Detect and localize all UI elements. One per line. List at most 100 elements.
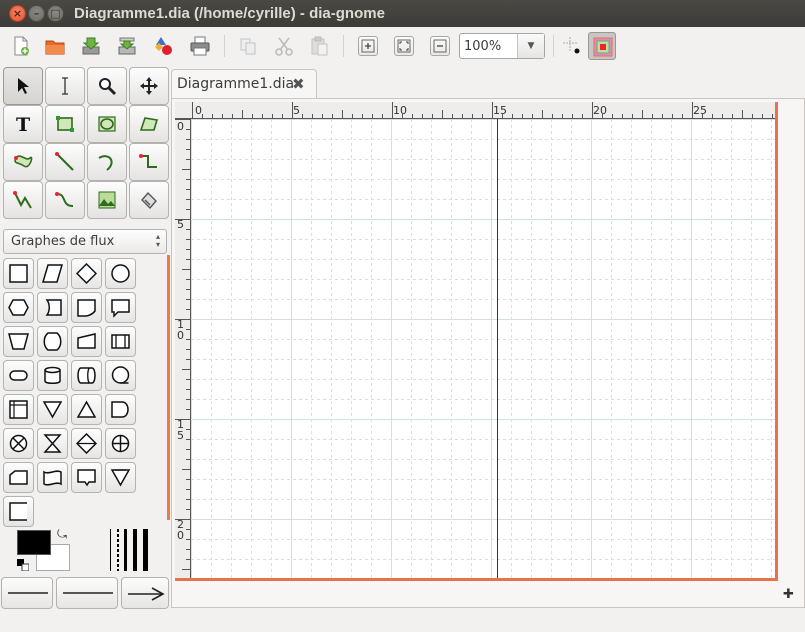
line-width-selector[interactable] <box>108 529 152 571</box>
flowchart-preparation-shape[interactable] <box>3 292 34 323</box>
arc-tool[interactable] <box>87 143 127 181</box>
line-tool[interactable] <box>45 143 85 181</box>
tab-diagramme1[interactable]: Diagramme1.dia ✖ <box>171 69 317 99</box>
flowchart-or-shape[interactable] <box>105 428 136 459</box>
flowchart-punched-card-shape[interactable] <box>37 292 68 323</box>
trapezoid-shape-icon <box>8 333 29 350</box>
line-style-icon <box>63 592 113 594</box>
save-button[interactable] <box>77 32 105 60</box>
print-button[interactable] <box>186 32 214 60</box>
copy-button[interactable] <box>234 32 262 60</box>
line-width-option[interactable] <box>124 529 127 571</box>
flowchart-connector-shape[interactable] <box>105 258 136 289</box>
flowchart-decision-shape[interactable] <box>71 258 102 289</box>
scroll-tool[interactable] <box>129 67 169 105</box>
flowchart-terminal-shape[interactable] <box>3 360 34 391</box>
hruler-label: 10 <box>393 104 407 117</box>
foreground-color-swatch[interactable] <box>17 530 51 555</box>
flowchart-summing-junction-shape[interactable] <box>3 428 34 459</box>
text-edit-tool-icon <box>62 77 68 95</box>
flowchart-merge-shape[interactable] <box>37 394 68 425</box>
diagram-canvas[interactable] <box>191 119 776 579</box>
zoom-fit-icon <box>397 39 411 53</box>
flowchart-internal-storage-shape[interactable] <box>3 394 34 425</box>
line-style-button[interactable] <box>56 577 118 609</box>
outline-tool[interactable] <box>129 181 169 219</box>
snap-to-grid-toggle[interactable] <box>558 32 586 60</box>
export-button[interactable] <box>149 32 177 60</box>
end-arrow-button[interactable] <box>121 577 169 609</box>
internal-storage-shape-icon <box>9 400 28 419</box>
image-tool[interactable] <box>87 181 127 219</box>
flowchart-sequential-storage-shape[interactable] <box>105 360 136 391</box>
title-bar: × – □ Diagramme1.dia (/home/cyrille) - d… <box>0 0 805 27</box>
ellipse-tool[interactable] <box>87 105 127 143</box>
magnify-tool[interactable] <box>87 67 127 105</box>
tab-close-icon[interactable]: ✖ <box>292 75 305 93</box>
beziergon-tool[interactable] <box>3 143 43 181</box>
line-width-option[interactable] <box>110 529 111 571</box>
scroll-tool-icon <box>140 77 158 95</box>
swap-colors-icon[interactable]: ⤿ <box>57 527 67 542</box>
snap-to-objects-toggle[interactable] <box>588 32 616 60</box>
flowchart-terminal-hexagon-shape[interactable] <box>37 326 68 357</box>
zigzagline-tool[interactable] <box>129 143 169 181</box>
flowchart-stored-data-shape[interactable] <box>105 292 136 323</box>
polyline-tool[interactable] <box>3 181 43 219</box>
flowchart-collate-shape[interactable] <box>37 428 68 459</box>
open-button[interactable] <box>41 32 69 60</box>
main-toolbar: ▼ <box>0 27 805 65</box>
new-diagram-button[interactable] <box>7 32 35 60</box>
line-width-option[interactable] <box>143 529 148 571</box>
polygon-tool[interactable] <box>129 105 169 143</box>
pointer-tool-icon <box>18 78 29 94</box>
flowchart-magnetic-disk-shape[interactable] <box>37 360 68 391</box>
window-minimize-button[interactable]: – <box>28 5 45 22</box>
bezierline-tool[interactable] <box>45 181 85 219</box>
pointer-tool[interactable] <box>3 67 43 105</box>
toolbar-separator <box>553 35 554 57</box>
text-edit-tool[interactable] <box>45 67 85 105</box>
line-width-option[interactable] <box>133 529 137 571</box>
minimize-icon: – <box>33 7 40 20</box>
flowchart-extract-shape[interactable] <box>71 394 102 425</box>
save-as-button[interactable] <box>113 32 141 60</box>
flowchart-manual-operation-shape[interactable] <box>3 326 34 357</box>
cut-button[interactable] <box>270 32 298 60</box>
reset-colors-icon[interactable] <box>17 559 29 571</box>
box-tool[interactable] <box>45 105 85 143</box>
line-width-option[interactable] <box>117 529 119 571</box>
vruler-label: 0 <box>177 120 184 133</box>
zoom-out-button[interactable] <box>430 36 450 56</box>
flowchart-delay-shape[interactable] <box>105 394 136 425</box>
flowchart-manual-input-shape[interactable] <box>3 462 34 493</box>
circle-x-shape-icon <box>9 434 28 453</box>
text-tool[interactable]: T <box>3 105 43 143</box>
flowchart-input-output-shape[interactable] <box>37 258 68 289</box>
flowchart-document-shape[interactable] <box>71 292 102 323</box>
zoom-input[interactable] <box>460 34 518 58</box>
flowchart-card-shape[interactable] <box>71 326 102 357</box>
flowchart-direct-access-storage-shape[interactable] <box>71 360 102 391</box>
flowchart-sort-shape[interactable] <box>71 428 102 459</box>
flowchart-offline-storage-shape[interactable] <box>71 462 102 493</box>
zigzagline-tool-icon <box>139 154 157 168</box>
flowchart-punched-tape-shape[interactable] <box>37 462 68 493</box>
flowchart-process-shape[interactable] <box>3 258 34 289</box>
window-maximize-button[interactable]: □ <box>47 5 64 22</box>
start-arrow-button[interactable] <box>1 577 53 609</box>
window-close-button[interactable]: × <box>9 5 26 22</box>
hruler-label: 5 <box>293 104 300 117</box>
zoom-dropdown-button[interactable]: ▼ <box>517 34 544 58</box>
zoom-combobox[interactable]: ▼ <box>459 33 545 59</box>
paste-button[interactable] <box>305 32 333 60</box>
tab-label: Diagramme1.dia <box>177 76 295 92</box>
flowchart-transfer-shape[interactable] <box>105 462 136 493</box>
navigation-icon[interactable]: ✚ <box>783 587 794 602</box>
toolbar-separator <box>224 35 225 57</box>
beziergon-tool-icon <box>14 155 33 168</box>
zoom-fit-button[interactable] <box>394 36 414 56</box>
shape-sheet-select[interactable]: Graphes de flux ▴ ▾ <box>3 229 167 254</box>
flowchart-predefined-process-shape[interactable] <box>105 326 136 357</box>
zoom-in-button[interactable] <box>358 36 378 56</box>
